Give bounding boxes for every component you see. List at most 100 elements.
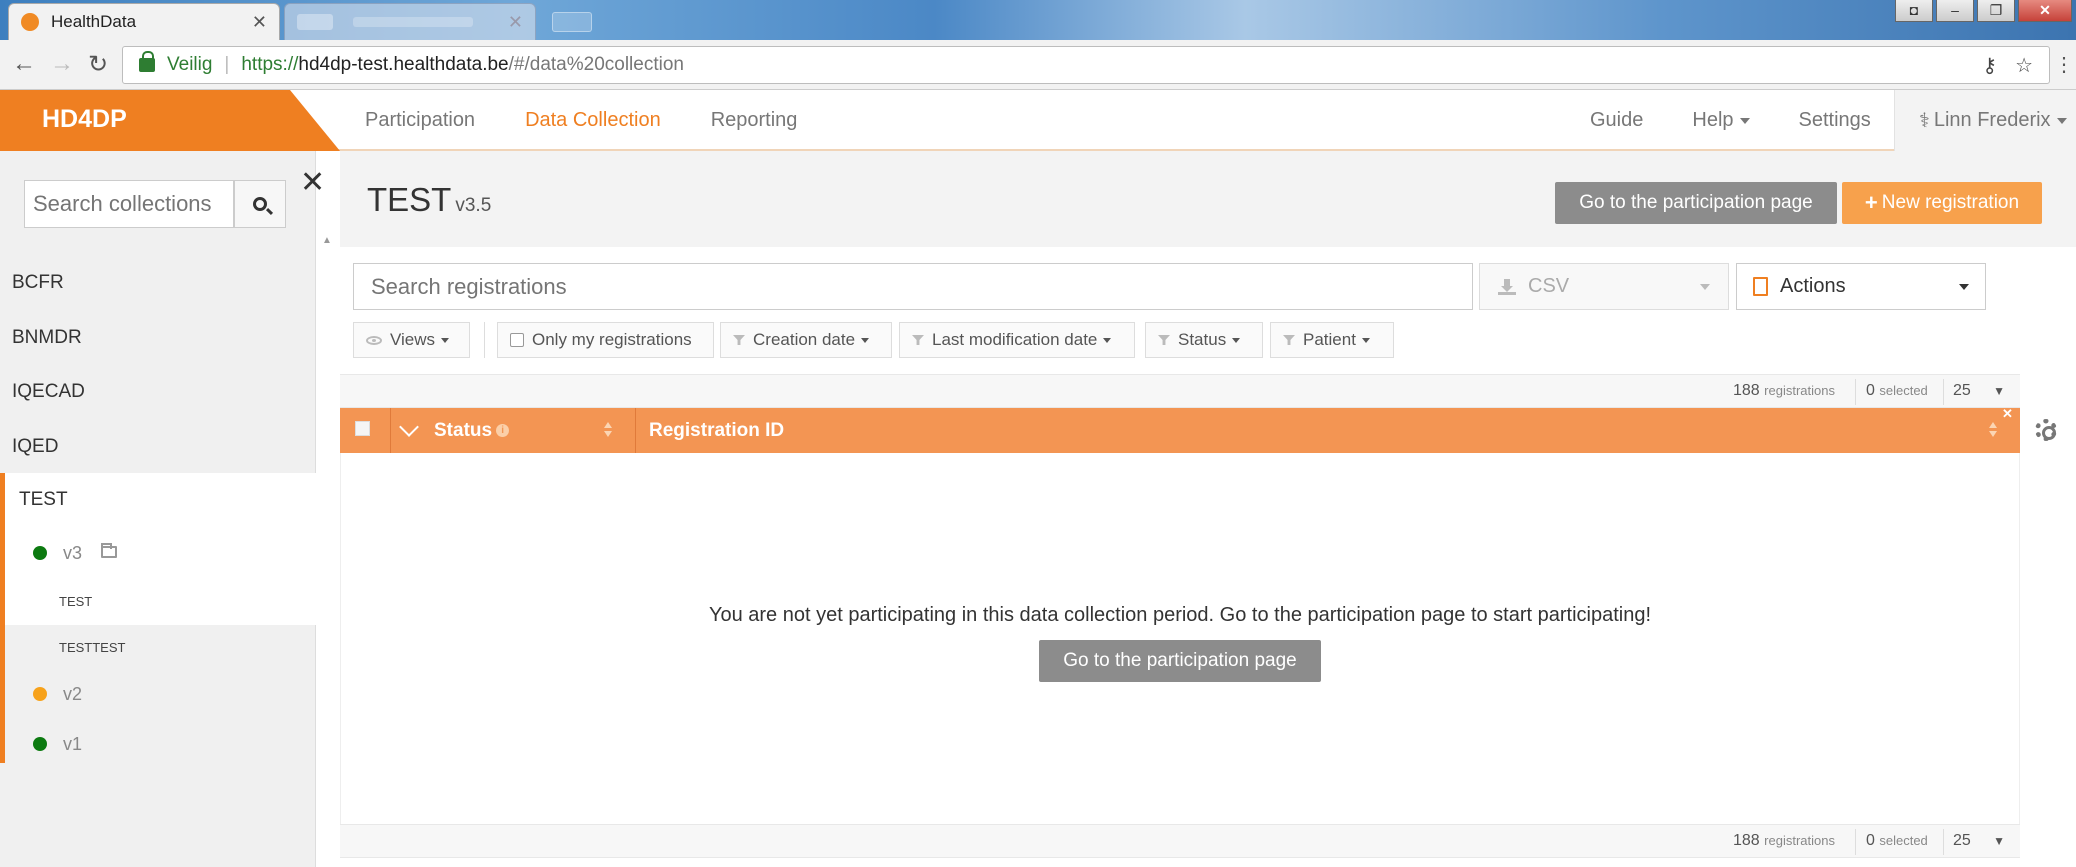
minimize-button[interactable]: – xyxy=(1936,0,1974,22)
url-host: hd4dp-test.healthdata.be xyxy=(298,54,509,75)
sort-icon[interactable] xyxy=(1989,421,1997,439)
chevron-down-icon xyxy=(2056,117,2067,124)
nav-participation[interactable]: Participation xyxy=(365,109,475,132)
tab-close-icon[interactable]: ✕ xyxy=(252,12,267,33)
registration-count-value: 188 xyxy=(1733,382,1760,399)
page-title-name: TEST xyxy=(367,181,452,218)
status-filter-label: Status xyxy=(1178,330,1227,349)
nav-settings[interactable]: Settings xyxy=(1799,109,1871,132)
collection-test[interactable]: TEST xyxy=(5,473,316,526)
grid-body xyxy=(340,453,2020,825)
nav-guide[interactable]: Guide xyxy=(1590,109,1643,132)
status-orange-dot-icon xyxy=(33,687,47,701)
actions-dropdown[interactable]: Actions xyxy=(1736,263,1986,310)
search-collections-input[interactable] xyxy=(24,180,234,228)
status-green-dot-icon xyxy=(33,737,47,751)
close-window-button[interactable]: ✕ xyxy=(2018,0,2072,22)
bookmark-star-icon[interactable]: ☆ xyxy=(2015,53,2033,78)
new-registration-label: New registration xyxy=(1881,192,2020,213)
csv-export-button[interactable]: CSV xyxy=(1479,263,1729,310)
collection-iqecad[interactable]: IQECAD xyxy=(12,381,85,403)
meta-divider xyxy=(1855,829,1856,855)
brand-logo[interactable]: HD4DP xyxy=(0,90,340,151)
version-v3[interactable]: v3 xyxy=(5,526,316,579)
meta-divider xyxy=(1943,829,1944,855)
remove-column-icon[interactable]: ✕ xyxy=(2002,406,2013,422)
page-size-value: 25 xyxy=(1953,382,1971,399)
browser-tab-background[interactable]: ✕ xyxy=(284,3,536,40)
nav-help[interactable]: Help xyxy=(1692,109,1750,132)
empty-state-participation-button[interactable]: Go to the participation page xyxy=(1039,640,1321,682)
close-sidebar-icon[interactable]: ✕ xyxy=(300,165,325,200)
collection-iqed[interactable]: IQED xyxy=(12,436,58,458)
download-icon xyxy=(1498,278,1516,295)
gear-icon[interactable] xyxy=(2035,419,2057,441)
filter-icon xyxy=(1158,335,1170,345)
restore-button[interactable]: ❐ xyxy=(1977,0,2015,22)
expand-chevron-icon[interactable] xyxy=(399,417,419,437)
registration-count-label: registrations xyxy=(1764,383,1835,398)
page-size-select[interactable]: 25 ▼ xyxy=(1953,832,2013,850)
form-testtest[interactable]: TESTTEST xyxy=(5,625,316,671)
chevron-down-icon xyxy=(861,337,870,343)
healthdata-favicon-icon xyxy=(21,13,39,31)
chevron-down-icon xyxy=(1739,117,1750,124)
back-arrow-icon[interactable]: ← xyxy=(12,50,36,78)
version-v1[interactable]: v1 xyxy=(5,717,316,763)
version-v1-label: v1 xyxy=(63,734,83,754)
reload-icon[interactable]: ↻ xyxy=(88,50,108,79)
collection-test-group: TEST v3 TEST TESTTEST v2 v1 xyxy=(0,473,316,763)
nav-data-collection[interactable]: Data Collection xyxy=(525,109,661,132)
new-tab-button[interactable] xyxy=(552,12,592,32)
only-mine-checkbox[interactable] xyxy=(510,333,524,347)
selected-count-value: 0 xyxy=(1866,832,1875,849)
browser-tab-healthdata[interactable]: HealthData ✕ xyxy=(8,3,280,40)
creation-date-filter[interactable]: Creation date xyxy=(720,322,892,358)
secure-label: Veilig xyxy=(167,54,213,75)
info-icon[interactable]: i xyxy=(496,424,510,438)
filter-icon xyxy=(733,335,745,345)
search-collections-button[interactable] xyxy=(234,180,286,228)
go-to-participation-button[interactable]: Go to the participation page xyxy=(1555,182,1837,224)
search-registrations-input[interactable] xyxy=(353,263,1473,310)
forward-arrow-icon[interactable]: → xyxy=(50,50,74,78)
select-all-checkbox[interactable] xyxy=(355,421,370,436)
column-divider xyxy=(390,408,391,453)
only-my-registrations-toggle[interactable]: Only my registrations xyxy=(497,322,714,358)
form-test[interactable]: TEST xyxy=(5,579,316,625)
version-v2[interactable]: v2 xyxy=(5,671,316,717)
collection-bnmdr[interactable]: BNMDR xyxy=(12,327,82,349)
tab-close-icon[interactable]: ✕ xyxy=(508,12,523,33)
key-icon[interactable]: ⚷ xyxy=(1982,53,1997,78)
new-registration-button[interactable]: + New registration xyxy=(1842,182,2042,224)
nav-reporting[interactable]: Reporting xyxy=(711,109,798,132)
user-profile-icon[interactable]: ◘ xyxy=(1895,0,1933,22)
browser-menu-icon[interactable]: ⋮ xyxy=(2054,52,2074,77)
sort-icon[interactable] xyxy=(604,421,612,439)
address-bar[interactable]: Veilig | https:// hd4dp-test.healthdata.… xyxy=(122,46,2050,84)
search-icon xyxy=(253,197,267,211)
omnibox-actions: ⚷ ☆ xyxy=(1982,53,2033,78)
registration-count: 188 registrations xyxy=(1733,382,1835,400)
scroll-up-icon[interactable]: ▲ xyxy=(322,235,332,246)
creation-date-label: Creation date xyxy=(753,330,856,349)
stethoscope-icon: ⚕ xyxy=(1919,110,1930,132)
status-filter[interactable]: Status xyxy=(1145,322,1263,358)
collection-bcfr[interactable]: BCFR xyxy=(12,272,64,294)
only-mine-label: Only my registrations xyxy=(532,330,692,349)
user-menu[interactable]: ⚕ Linn Frederix xyxy=(1894,90,2076,151)
column-registration-id[interactable]: Registration ID xyxy=(649,420,784,442)
selected-count: 0 selected xyxy=(1866,382,1928,400)
page-size-select[interactable]: 25 ▼ xyxy=(1953,382,2013,400)
patient-filter[interactable]: Patient xyxy=(1270,322,1394,358)
meta-divider xyxy=(1855,379,1856,405)
dropdown-arrow-icon: ▼ xyxy=(1993,834,2005,848)
views-dropdown[interactable]: Views xyxy=(353,322,470,358)
selected-count-label: selected xyxy=(1879,383,1928,398)
selected-count-value: 0 xyxy=(1866,382,1875,399)
folder-icon[interactable] xyxy=(101,543,117,558)
document-icon xyxy=(1753,277,1768,296)
last-modification-date-filter[interactable]: Last modification date xyxy=(899,322,1135,358)
patient-filter-label: Patient xyxy=(1303,330,1356,349)
column-status[interactable]: Status i xyxy=(434,420,510,442)
